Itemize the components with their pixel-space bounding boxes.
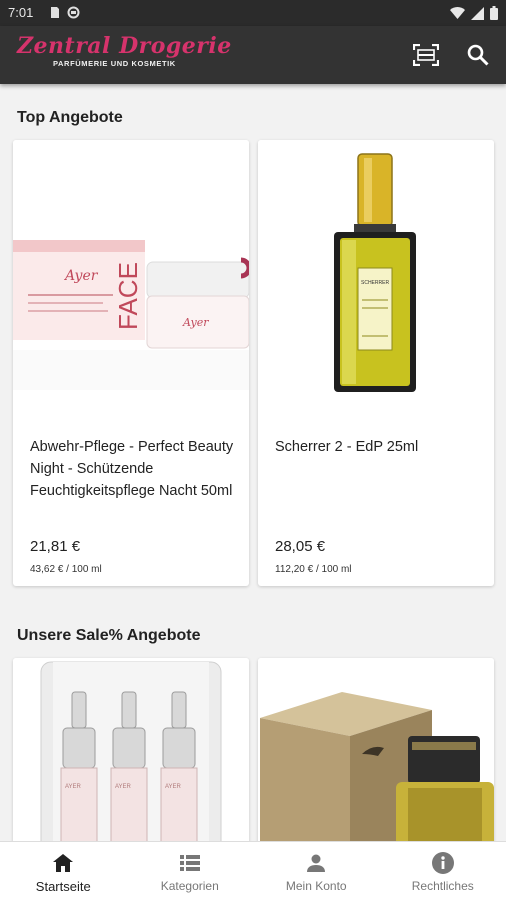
search-icon	[467, 44, 489, 66]
svg-text:AYER: AYER	[115, 784, 132, 790]
status-time: 7:01	[8, 5, 34, 20]
product-card[interactable]: SCHERRER Scherrer 2 - EdP 25ml 28,05 € 1…	[258, 140, 494, 586]
section-title-top-offers: Top Angebote	[17, 109, 123, 126]
nav-item-mein-konto[interactable]: Mein Konto	[253, 842, 380, 900]
svg-text:Ayer: Ayer	[182, 316, 209, 329]
nav-item-kategorien[interactable]: Kategorien	[127, 842, 254, 900]
barcode-scan-icon	[413, 44, 439, 66]
section-title-sale-offers: Unsere Sale% Angebote	[17, 627, 201, 644]
nav-label: Rechtliches	[411, 879, 474, 893]
app-bar: Zentral Drogerie PARFÜMERIE UND KOSMETIK	[0, 26, 506, 84]
barcode-scan-button[interactable]	[412, 41, 440, 69]
svg-text:Ayer: Ayer	[63, 268, 99, 284]
search-button[interactable]	[464, 41, 492, 69]
list-icon	[179, 852, 201, 874]
bottom-navigation: Startseite Kategorien Mein Konto Rechtli…	[0, 841, 506, 900]
status-bar: 7:01	[0, 0, 506, 26]
main-content[interactable]: Top Angebote Ayer FACE Ayer Abwehr-Pfleg…	[0, 84, 506, 841]
battery-icon	[490, 6, 498, 23]
nav-label: Startseite	[35, 879, 91, 894]
product-card[interactable]	[258, 658, 494, 841]
sd-card-icon	[48, 6, 61, 19]
sync-icon	[67, 6, 80, 19]
wifi-icon	[450, 6, 465, 23]
product-price: 28,05 €	[275, 538, 326, 555]
product-name: Scherrer 2 - EdP 25ml	[275, 439, 419, 455]
product-name: Abwehr-Pflege - Perfect Beauty Night - S…	[30, 439, 234, 499]
product-price: 21,81 €	[30, 538, 81, 555]
product-card[interactable]: AYER AYER AYER	[13, 658, 249, 841]
signal-icon	[471, 6, 484, 23]
product-image: AYER AYER AYER	[13, 658, 249, 841]
svg-text:AYER: AYER	[65, 784, 82, 790]
home-icon	[52, 852, 74, 874]
product-image	[258, 658, 494, 841]
product-unit-price: 43,62 € / 100 ml	[30, 564, 102, 575]
product-card[interactable]: Ayer FACE Ayer Abwehr-Pflege - Perfect B…	[13, 140, 249, 586]
brand-name: Zentral Drogerie	[17, 33, 232, 59]
person-icon	[305, 852, 327, 874]
product-unit-price: 112,20 € / 100 ml	[275, 564, 352, 575]
svg-text:SCHERRER: SCHERRER	[361, 280, 389, 286]
svg-text:AYER: AYER	[165, 784, 182, 790]
nav-label: Kategorien	[160, 879, 219, 893]
nav-item-startseite[interactable]: Startseite	[0, 842, 127, 900]
product-image: Ayer FACE Ayer	[13, 140, 249, 420]
product-image: SCHERRER	[258, 140, 494, 420]
nav-item-rechtliches[interactable]: Rechtliches	[380, 842, 506, 900]
brand-logo[interactable]: Zentral Drogerie PARFÜMERIE UND KOSMETIK	[17, 34, 232, 68]
nav-label: Mein Konto	[285, 879, 347, 893]
brand-subtitle: PARFÜMERIE UND KOSMETIK	[53, 59, 176, 68]
info-icon	[431, 852, 454, 874]
svg-text:FACE: FACE	[113, 262, 143, 330]
